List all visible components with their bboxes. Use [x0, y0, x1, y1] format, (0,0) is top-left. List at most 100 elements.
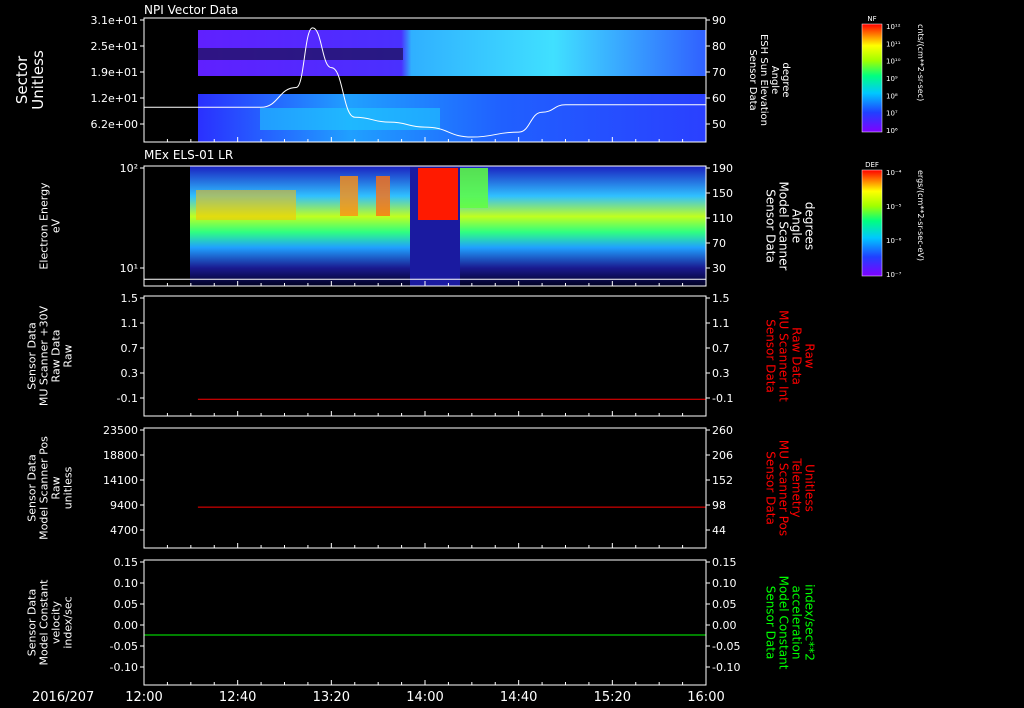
right-tick-label: 206 [712, 449, 733, 462]
scanner-pos-panel: 23500 18800 14100 9400 4700 260 206 152 98 44 Sens… [26, 424, 817, 549]
colorbar-tick-label: 10⁸ [886, 92, 898, 100]
left-tick-label: 1.2e+01 [91, 92, 138, 105]
els-panel-title: MEx ELS-01 LR [144, 148, 233, 162]
colorbar-tick-label: 10⁷ [886, 110, 898, 118]
right-axis-label-line: Telemetry [790, 457, 804, 517]
right-tick-label: 90 [712, 14, 726, 27]
left-axis-label: SectorUnitless [13, 50, 47, 110]
right-tick-label: 80 [712, 40, 726, 53]
right-tick-label: 0.7 [712, 342, 730, 355]
right-axis-label-line: MU Scanner Pos [777, 440, 791, 536]
right-axis-label-line: MU Scanner Int [777, 310, 791, 402]
left-tick-label: 9400 [110, 499, 138, 512]
left-axis-label-line: Unitless [29, 50, 47, 110]
npi-vector-panel: NPI Vector Data 3.1e+01 2.5e+01 1.9e+01 1.2… [13, 3, 791, 143]
time-tick-label: 16:00 [687, 690, 724, 705]
npi-colorbar-unit: cnts/(cm**2-sr-sec) [916, 24, 925, 101]
right-axis-label-line: degree [780, 62, 791, 97]
left-tick-label: 0.10 [114, 577, 139, 590]
colorbar-tick-label: 10¹¹ [886, 40, 901, 48]
right-tick-label: 50 [712, 118, 726, 131]
right-tick-label: 30 [712, 262, 726, 275]
els-early-band [196, 190, 296, 220]
time-tick-label: 12:40 [219, 690, 256, 705]
colorbar-tick-label: 10⁶ [886, 127, 898, 135]
left-tick-label: 18800 [103, 449, 138, 462]
npi-colorbar-scale [861, 23, 883, 133]
els-burst-small-b [376, 176, 390, 216]
left-tick-label: 1.9e+01 [91, 66, 138, 79]
els-spectrogram [190, 166, 706, 286]
left-axis-label-line: index/sec [62, 596, 75, 648]
right-axis-label: Sensor Data ESH Sun Elevation Angle degree [747, 34, 791, 126]
right-tick-label: 70 [712, 237, 726, 250]
right-tick-label: 0.15 [712, 556, 737, 569]
els-colorbar: DEF 10⁻⁴ 10⁻⁵ 10⁻⁶ 10⁻⁷ ergs/(cm**2-sr-sec-… [861, 161, 925, 279]
right-tick-label: -0.10 [712, 661, 740, 674]
time-tick-label: 14:40 [500, 690, 537, 705]
els-burst-hot [418, 168, 458, 220]
npi-gap-band [198, 48, 403, 60]
left-tick-label: 23500 [103, 424, 138, 437]
left-tick-label: 0.7 [121, 342, 139, 355]
npi-colorbar-name: NF [867, 15, 876, 23]
left-tick-label: 3.1e+01 [91, 14, 138, 27]
right-tick-label: 60 [712, 92, 726, 105]
colorbar-tick-label: 10⁻⁷ [886, 271, 902, 279]
npi-spectrogram [198, 30, 706, 142]
right-tick-label: 44 [712, 524, 726, 537]
colorbar-tick-label: 10¹² [886, 23, 901, 31]
left-tick-label: 6.2e+00 [91, 118, 138, 131]
els-panel: MEx ELS-01 LR 10² 10¹ 190 150 110 70 30 Electro… [38, 148, 817, 287]
right-tick-label: 152 [712, 474, 733, 487]
right-axis-label-line: Model Scanner [777, 182, 791, 271]
right-axis-label-line: acceleration [790, 586, 804, 660]
left-tick-label: -0.1 [117, 392, 138, 405]
right-tick-label: 0.10 [712, 577, 737, 590]
left-tick-label: -0.10 [110, 661, 138, 674]
left-tick-label: 0.00 [114, 619, 139, 632]
colorbar-tick-label: 10¹⁰ [886, 58, 901, 66]
right-axis-label: Sensor Data MU Scanner Int Raw Data Raw [764, 310, 817, 402]
right-axis-label-line: ESH Sun Elevation [758, 34, 769, 126]
left-axis-label-line: unitless [62, 466, 75, 509]
colorbar-tick-label: 10⁻⁴ [886, 169, 902, 177]
time-tick-label: 13:20 [313, 690, 350, 705]
left-axis-label: Sensor Data Model Scanner Pos Rawunitless [26, 436, 75, 540]
npi-empty-band [198, 76, 706, 94]
right-tick-label: 70 [712, 66, 726, 79]
right-axis-label: Sensor Data Model Constant acceleration ind… [764, 576, 817, 670]
right-axis-label-line: Angle [790, 209, 804, 243]
left-tick-label: 0.3 [121, 367, 139, 380]
npi-panel-title: NPI Vector Data [144, 3, 238, 17]
els-burst-green [460, 168, 488, 208]
left-tick-label: 0.15 [114, 556, 139, 569]
right-axis-label-line: Sensor Data [764, 451, 778, 525]
right-tick-label: 0.05 [712, 598, 737, 611]
constant-frame [143, 559, 707, 686]
right-axis-label-line: Angle [769, 66, 780, 94]
right-axis-label-line: Raw [803, 343, 817, 368]
right-axis-label-line: Sensor Data [764, 189, 778, 263]
time-tick-label: 14:00 [406, 690, 443, 705]
mu-raw-panel: 1.5 1.1 0.7 0.3 -0.1 1.5 1.1 0.7 0.3 -0.1 Sensor D… [26, 292, 817, 417]
left-tick-label: 0.05 [114, 598, 139, 611]
els-burst-small-a [340, 176, 358, 216]
left-tick-label: 1.1 [121, 317, 139, 330]
right-tick-label: 1.1 [712, 317, 730, 330]
left-axis-label: Sensor Data MU Scanner +30V Raw DataRaw [26, 305, 75, 406]
right-axis-label: Sensor Data Model Scanner Angle degrees [764, 182, 817, 271]
right-axis-label-line: Model Constant [777, 576, 791, 670]
time-axis: 2016/207 12:00 12:40 13:20 14:00 14:40 15:20 1… [32, 690, 725, 705]
els-colorbar-unit: ergs/(cm**2-sr-sec-eV) [916, 170, 925, 261]
mu-raw-frame [143, 295, 707, 417]
right-tick-label: -0.05 [712, 640, 740, 653]
time-tick-label: 12:00 [125, 690, 162, 705]
npi-colorbar: NF 10¹² 10¹¹ 10¹⁰ 10⁹ 10⁸ 10⁷ 10⁶ cnts/(cm**2-… [861, 15, 925, 135]
els-colorbar-scale [861, 169, 883, 277]
right-tick-label: 150 [712, 187, 733, 200]
right-axis-label-line: Raw Data [790, 327, 804, 385]
colorbar-tick-label: 10⁻⁶ [886, 237, 902, 245]
left-tick-label: 10² [120, 162, 138, 175]
stacked-time-series-plot: NPI Vector Data 3.1e+01 2.5e+01 1.9e+01 1.2… [13, 3, 925, 705]
